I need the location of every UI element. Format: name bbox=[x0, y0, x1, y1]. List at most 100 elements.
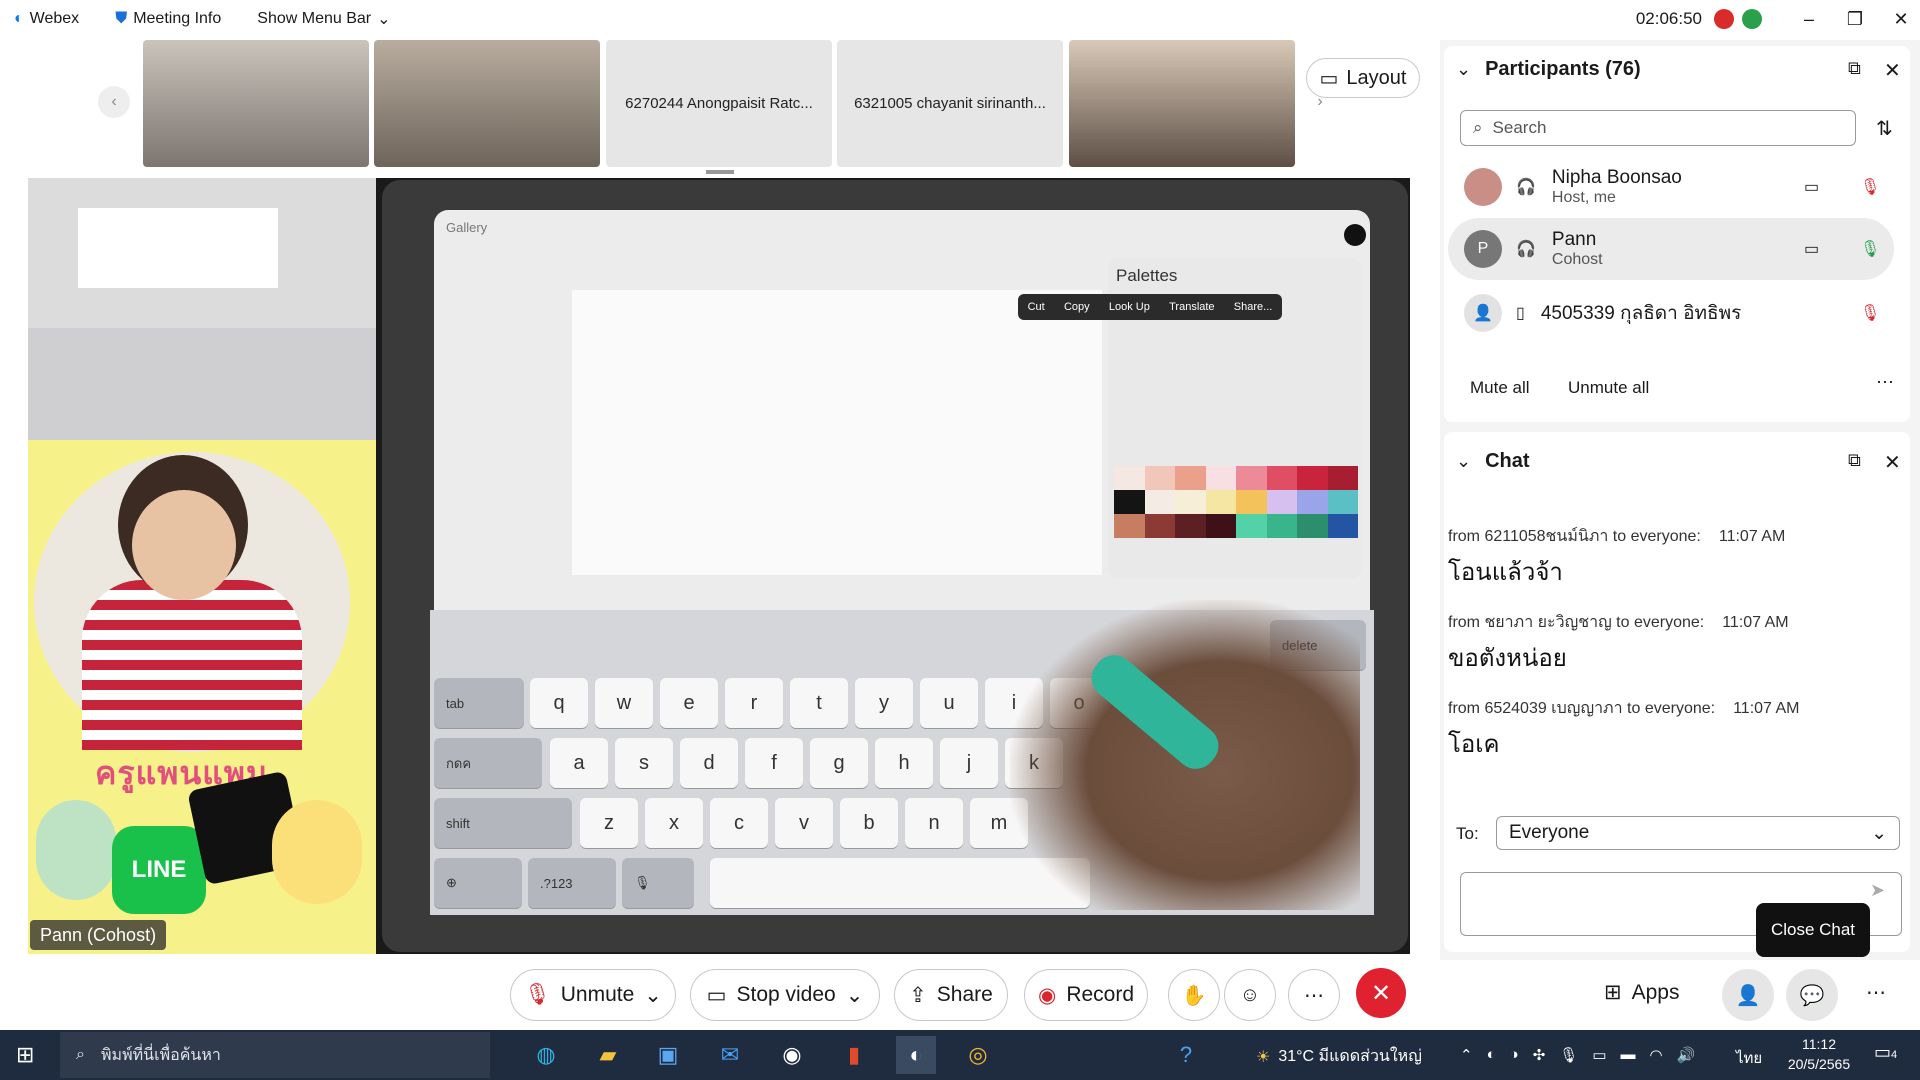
webex-logo-icon: ◐ bbox=[14, 10, 24, 27]
app-icon[interactable]: ◉ bbox=[772, 1036, 812, 1074]
notification-count: 4 bbox=[1891, 1049, 1898, 1061]
participant-thumbnail[interactable] bbox=[1069, 40, 1295, 167]
popout-icon[interactable]: ⧉ bbox=[1848, 450, 1861, 471]
system-tray[interactable]: ⌃ ◐ ◑ ✣ 🎙 ▭ ▬ ◠ 🔊 bbox=[1460, 1046, 1695, 1064]
chat-sender: from ชยาภา ยะวิญชาญ to everyone: bbox=[1448, 614, 1705, 631]
participant-row[interactable]: 🎧 Nipha Boonsao Host, me ▭ 🎙 bbox=[1448, 156, 1894, 218]
participants-header[interactable]: ⌄ Participants (76) bbox=[1456, 58, 1641, 81]
store-icon[interactable]: ▣ bbox=[648, 1036, 688, 1074]
tray-app-icon: ◐ bbox=[1486, 1046, 1496, 1063]
layout-button[interactable]: ▭ Layout bbox=[1306, 58, 1420, 98]
phone-icon: ▯ bbox=[1516, 305, 1525, 322]
raise-hand-icon[interactable]: ✋ bbox=[1168, 969, 1220, 1021]
more-options-icon[interactable]: ⋯ bbox=[1288, 969, 1340, 1021]
close-panel-icon[interactable]: ✕ bbox=[1884, 450, 1901, 475]
end-meeting-button[interactable]: ✕ bbox=[1356, 968, 1406, 1018]
windows-start-icon[interactable]: ⊞ bbox=[16, 1042, 34, 1068]
help-icon[interactable]: ? bbox=[1166, 1036, 1206, 1074]
meeting-timer: 02:06:50 bbox=[1635, 9, 1702, 28]
share-label: Share bbox=[936, 983, 993, 1006]
video-camera-icon[interactable]: ▭ bbox=[1804, 177, 1819, 197]
color-swatches bbox=[1114, 466, 1358, 538]
show-menu-bar-button[interactable]: Show Menu Bar ⌄ bbox=[257, 9, 390, 29]
close-window-icon[interactable]: ✕ bbox=[1882, 9, 1920, 30]
show-menu-bar-label: Show Menu Bar bbox=[257, 10, 372, 27]
key: u bbox=[920, 678, 978, 728]
mail-icon[interactable]: ✉ bbox=[710, 1036, 750, 1074]
recipient-select[interactable]: Everyone ⌄ bbox=[1496, 816, 1900, 850]
taskbar-search-input[interactable]: ⌕ พิมพ์ที่นี่เพื่อค้นหา bbox=[60, 1032, 490, 1078]
participant-thumbnail[interactable]: 6321005 chayanit sirinanth... bbox=[837, 40, 1063, 167]
chevron-left-icon: ‹ bbox=[111, 93, 117, 110]
tray-app-icon: ◑ bbox=[1509, 1046, 1519, 1063]
meeting-info-button[interactable]: ⛊ Meeting Info bbox=[115, 10, 221, 28]
key: y bbox=[855, 678, 913, 728]
participant-row[interactable]: 👤 ▯ 4505339 กุลธิดา อิทธิพร 🎙 bbox=[1448, 282, 1894, 344]
send-icon[interactable]: ➤ bbox=[1870, 880, 1885, 901]
look-up-menu-item[interactable]: Look Up bbox=[1109, 301, 1150, 313]
popout-icon[interactable]: ⧉ bbox=[1848, 58, 1861, 79]
more-options-icon[interactable]: ⋯ bbox=[1876, 372, 1894, 393]
restore-icon[interactable]: ❐ bbox=[1836, 9, 1874, 30]
meeting-info-label: Meeting Info bbox=[133, 10, 222, 27]
prev-thumbnails-button[interactable]: ‹ bbox=[98, 86, 130, 118]
more-options-icon[interactable]: ⋯ bbox=[1866, 980, 1886, 1005]
participant-thumbnail[interactable] bbox=[374, 40, 600, 167]
participants-search-input[interactable]: ⌕ Search bbox=[1460, 110, 1856, 146]
close-icon: ✕ bbox=[1370, 979, 1392, 1007]
active-mic-icon[interactable]: 🎙 bbox=[1860, 239, 1880, 259]
headset-icon: 🎧 bbox=[1516, 241, 1536, 258]
participant-thumbnail[interactable]: 6270244 Anongpaisit Ratc... bbox=[606, 40, 832, 167]
weather-widget[interactable]: ☀ 31°C มีแดดส่วนใหญ่ bbox=[1256, 1044, 1422, 1069]
chevron-down-icon: ⌄ bbox=[1456, 59, 1472, 79]
cut-menu-item[interactable]: Cut bbox=[1028, 301, 1045, 313]
share-button[interactable]: ⇪ Share bbox=[894, 969, 1008, 1021]
copy-menu-item[interactable]: Copy bbox=[1064, 301, 1090, 313]
chat-toggle-icon[interactable]: 💬 bbox=[1786, 969, 1838, 1021]
edge-icon[interactable]: ◍ bbox=[526, 1036, 566, 1074]
minimize-icon[interactable]: – bbox=[1790, 9, 1828, 30]
participant-name: Nipha Boonsao bbox=[1551, 167, 1682, 188]
muted-mic-icon[interactable]: 🎙 bbox=[1860, 177, 1880, 197]
chat-header[interactable]: ⌄ Chat bbox=[1456, 450, 1530, 473]
app-name: Webex bbox=[29, 10, 80, 27]
unmute-label: Unmute bbox=[560, 983, 635, 1006]
webex-taskbar-icon[interactable]: ◐ bbox=[896, 1036, 936, 1074]
key: w bbox=[595, 678, 653, 728]
layout-icon: ▭ bbox=[1319, 67, 1339, 90]
mic-icon: 🎙 bbox=[1559, 1047, 1579, 1064]
language-indicator[interactable]: ไทย bbox=[1736, 1046, 1762, 1070]
video-camera-icon[interactable]: ▭ bbox=[1804, 239, 1819, 259]
line-logo: LINE bbox=[112, 826, 206, 914]
notifications-icon[interactable]: ▭4 bbox=[1874, 1042, 1897, 1063]
reactions-icon[interactable]: ☺ bbox=[1224, 969, 1276, 1021]
unmute-all-button[interactable]: Unmute all bbox=[1568, 378, 1649, 398]
webex-app[interactable]: ◐ Webex bbox=[14, 10, 79, 28]
stop-video-button[interactable]: ▭ Stop video ⌄ bbox=[690, 969, 880, 1021]
resize-handle[interactable] bbox=[706, 170, 734, 174]
close-panel-icon[interactable]: ✕ bbox=[1884, 58, 1901, 83]
clock-time: 11:12 bbox=[1802, 1036, 1836, 1052]
participant-thumbnail[interactable] bbox=[143, 40, 369, 167]
chat-title: Chat bbox=[1485, 450, 1530, 472]
apps-button[interactable]: ⊞ Apps bbox=[1604, 980, 1679, 1005]
clock[interactable]: 11:12 20/5/2565 bbox=[1778, 1034, 1860, 1074]
sort-icon[interactable]: ⇅ bbox=[1876, 116, 1893, 141]
record-button[interactable]: ◉ Record bbox=[1024, 969, 1148, 1021]
context-menu: Cut Copy Look Up Translate Share... bbox=[1018, 294, 1282, 320]
weather-icon: ☀ bbox=[1256, 1048, 1271, 1066]
file-explorer-icon[interactable]: ▰ bbox=[588, 1036, 628, 1074]
chrome-icon[interactable]: ◎ bbox=[958, 1036, 998, 1074]
office-icon[interactable]: ▮ bbox=[834, 1036, 874, 1074]
muted-mic-icon: 🎙 bbox=[524, 983, 551, 1006]
mascot-icon bbox=[36, 800, 116, 900]
participant-row[interactable]: P 🎧 Pann Cohost ▭ 🎙 bbox=[1448, 218, 1894, 280]
key: r bbox=[725, 678, 783, 728]
translate-menu-item[interactable]: Translate bbox=[1169, 301, 1214, 313]
unmute-button[interactable]: 🎙 Unmute ⌄ bbox=[510, 969, 676, 1021]
wifi-icon: ◠ bbox=[1649, 1047, 1663, 1064]
mute-all-button[interactable]: Mute all bbox=[1470, 378, 1530, 398]
share-menu-item[interactable]: Share... bbox=[1234, 301, 1273, 313]
muted-mic-icon[interactable]: 🎙 bbox=[1860, 303, 1880, 323]
participants-toggle-icon[interactable]: 👤 bbox=[1722, 969, 1774, 1021]
